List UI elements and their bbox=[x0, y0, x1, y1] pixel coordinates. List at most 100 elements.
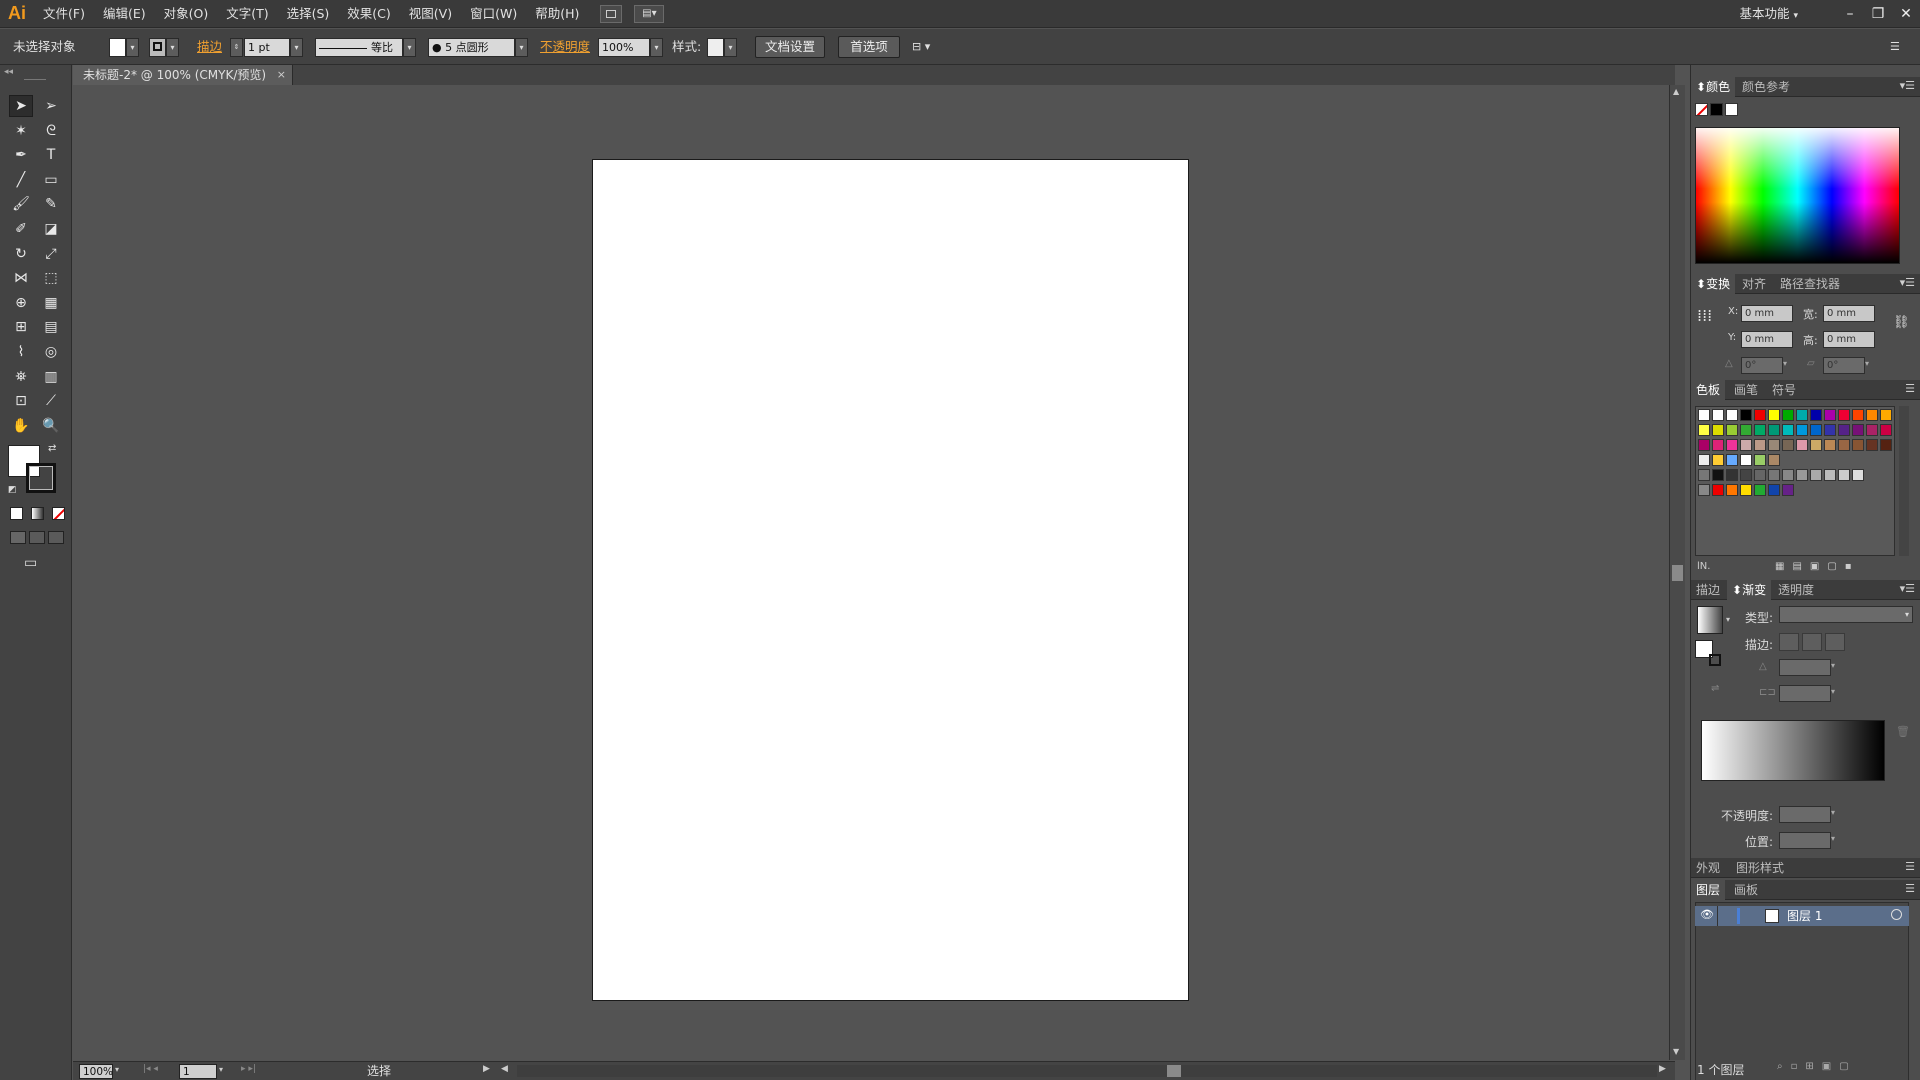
tab-symbols[interactable]: 符号 bbox=[1767, 380, 1801, 400]
toolbox-grip[interactable] bbox=[24, 79, 46, 80]
height-field[interactable]: 0 mm bbox=[1823, 331, 1875, 348]
menu-window[interactable]: 窗口(W) bbox=[461, 0, 526, 28]
gradient-angle-field[interactable] bbox=[1779, 659, 1831, 676]
opacity-link[interactable]: 不透明度 bbox=[540, 29, 590, 65]
vertical-scrollbar[interactable]: ▲ ▼ bbox=[1669, 85, 1685, 1060]
document-setup-button[interactable]: 文档设置 bbox=[755, 36, 825, 58]
perspective-grid-tool-icon[interactable]: ▦ bbox=[39, 292, 63, 314]
menu-type[interactable]: 文字(T) bbox=[217, 0, 277, 28]
swatch-chip[interactable] bbox=[1726, 484, 1738, 496]
none-color-icon[interactable] bbox=[1695, 103, 1708, 116]
rotate-field[interactable]: 0° bbox=[1741, 357, 1783, 374]
swatch-chip[interactable] bbox=[1768, 484, 1780, 496]
swatch-chip[interactable] bbox=[1712, 469, 1724, 481]
direct-selection-tool-icon[interactable]: ➢ bbox=[39, 95, 63, 117]
swatch-chip[interactable] bbox=[1754, 454, 1766, 466]
blob-brush-tool-icon[interactable]: ✐ bbox=[9, 218, 33, 240]
swatch-chip[interactable] bbox=[1810, 409, 1822, 421]
location-dropdown-icon[interactable]: ▾ bbox=[1831, 834, 1835, 843]
swatch-chip[interactable] bbox=[1796, 439, 1808, 451]
swatch-chip[interactable] bbox=[1698, 439, 1710, 451]
opacity-dropdown[interactable]: ▾ bbox=[650, 38, 663, 57]
angle-dropdown-icon[interactable]: ▾ bbox=[1831, 661, 1835, 670]
swatch-chip[interactable] bbox=[1754, 409, 1766, 421]
selection-tool-icon[interactable]: ➤ bbox=[9, 95, 33, 117]
lasso-tool-icon[interactable]: ᘓ bbox=[39, 120, 63, 142]
width-tool-icon[interactable]: ⋈ bbox=[9, 267, 33, 289]
rotate-dropdown-icon[interactable]: ▾ bbox=[1783, 359, 1787, 368]
tab-brushes[interactable]: 画笔 bbox=[1729, 380, 1763, 400]
color-spectrum[interactable] bbox=[1695, 127, 1900, 264]
swatch-chip[interactable] bbox=[1838, 469, 1850, 481]
tab-gradient[interactable]: ⬍渐变 bbox=[1727, 580, 1772, 600]
layer-target-icon[interactable] bbox=[1891, 909, 1902, 920]
stroke-dropdown[interactable]: ▾ bbox=[166, 38, 179, 57]
panel-menu-icon[interactable]: ☰ bbox=[1905, 882, 1915, 895]
swatch-chip[interactable] bbox=[1810, 439, 1822, 451]
shear-dropdown-icon[interactable]: ▾ bbox=[1865, 359, 1869, 368]
paintbrush-tool-icon[interactable]: 🖌 bbox=[9, 193, 33, 215]
scroll-down-icon[interactable]: ▼ bbox=[1673, 1047, 1679, 1056]
swatch-chip[interactable] bbox=[1712, 424, 1724, 436]
swatch-chip[interactable] bbox=[1810, 469, 1822, 481]
stroke-profile-dropdown[interactable]: ▾ bbox=[403, 38, 416, 57]
menu-object[interactable]: 对象(O) bbox=[155, 0, 218, 28]
width-field[interactable]: 0 mm bbox=[1823, 305, 1875, 322]
free-transform-tool-icon[interactable]: ⬚ bbox=[39, 267, 63, 289]
swatch-chip[interactable] bbox=[1796, 469, 1808, 481]
swatch-chip[interactable] bbox=[1796, 424, 1808, 436]
gradient-location-field[interactable] bbox=[1779, 832, 1831, 849]
menu-edit[interactable]: 编辑(E) bbox=[94, 0, 155, 28]
gradient-type-select[interactable]: ▾ bbox=[1779, 606, 1913, 623]
panel-menu-icon[interactable]: ▾☰ bbox=[1900, 276, 1915, 289]
menu-help[interactable]: 帮助(H) bbox=[526, 0, 588, 28]
swatch-chip[interactable] bbox=[1712, 439, 1724, 451]
swatch-chip[interactable] bbox=[1824, 469, 1836, 481]
draw-behind-icon[interactable] bbox=[29, 531, 45, 544]
swatch-scrollbar[interactable] bbox=[1899, 406, 1909, 556]
gradient-stroke-swatch[interactable] bbox=[1709, 654, 1721, 666]
constrain-proportions-icon[interactable]: ⛓ bbox=[1893, 315, 1910, 330]
tab-transparency[interactable]: 透明度 bbox=[1773, 580, 1819, 600]
menu-file[interactable]: 文件(F) bbox=[34, 0, 94, 28]
tab-layers[interactable]: 图层 bbox=[1691, 880, 1726, 900]
first-artboard-icon[interactable]: |◂ ◂ bbox=[143, 1064, 158, 1074]
stroke-weight-field[interactable]: 1 pt bbox=[244, 38, 290, 57]
opacity-dropdown-icon[interactable]: ▾ bbox=[1831, 808, 1835, 817]
hand-tool-icon[interactable]: ✋ bbox=[9, 415, 33, 437]
arrange-documents-button[interactable]: ▤▾ bbox=[634, 4, 665, 23]
tab-appearance[interactable]: 外观 bbox=[1691, 858, 1725, 878]
panel-menu-icon[interactable]: ▾☰ bbox=[1900, 582, 1915, 595]
swatch-chip[interactable] bbox=[1880, 409, 1892, 421]
layer-name[interactable]: 图层 1 bbox=[1787, 906, 1822, 926]
reverse-gradient-icon[interactable]: ⇌ bbox=[1711, 683, 1719, 694]
stroke-profile-select[interactable]: 等比 bbox=[315, 38, 403, 57]
reference-point-icon[interactable]: ⁞⁞⁞ bbox=[1697, 308, 1712, 324]
gradient-preview-swatch[interactable] bbox=[1697, 606, 1723, 634]
magic-wand-tool-icon[interactable]: ✶ bbox=[9, 120, 33, 142]
menu-select[interactable]: 选择(S) bbox=[278, 0, 339, 28]
scale-tool-icon[interactable]: ⤢ bbox=[39, 243, 63, 265]
swatch-chip[interactable] bbox=[1712, 484, 1724, 496]
stroke-swatch[interactable] bbox=[149, 38, 166, 57]
stroke-weight-dropdown[interactable]: ▾ bbox=[290, 38, 303, 57]
minimize-button[interactable]: – bbox=[1836, 6, 1864, 22]
swatch-chip[interactable] bbox=[1740, 484, 1752, 496]
swatch-chip[interactable] bbox=[1810, 424, 1822, 436]
gradient-aspect-field[interactable] bbox=[1779, 685, 1831, 702]
swatch-chip[interactable] bbox=[1754, 469, 1766, 481]
draw-normal-icon[interactable] bbox=[10, 531, 26, 544]
fill-swatch[interactable] bbox=[109, 38, 126, 57]
swatch-chip[interactable] bbox=[1698, 424, 1710, 436]
swatch-chip[interactable] bbox=[1866, 409, 1878, 421]
default-colors-icon[interactable]: ◩ bbox=[8, 485, 17, 495]
brush-dropdown[interactable]: ▾ bbox=[515, 38, 528, 57]
artboard[interactable] bbox=[592, 159, 1189, 1001]
restore-button[interactable]: ❐ bbox=[1864, 6, 1892, 22]
tab-color-guide[interactable]: 颜色参考 bbox=[1737, 77, 1795, 97]
gradient-preview-dropdown-icon[interactable]: ▾ bbox=[1726, 615, 1730, 624]
stroke-link[interactable]: 描边 bbox=[197, 29, 222, 65]
zoom-tool-icon[interactable]: 🔍 bbox=[39, 415, 63, 437]
swatch-chip[interactable] bbox=[1782, 424, 1794, 436]
pen-tool-icon[interactable]: ✒ bbox=[9, 144, 33, 166]
